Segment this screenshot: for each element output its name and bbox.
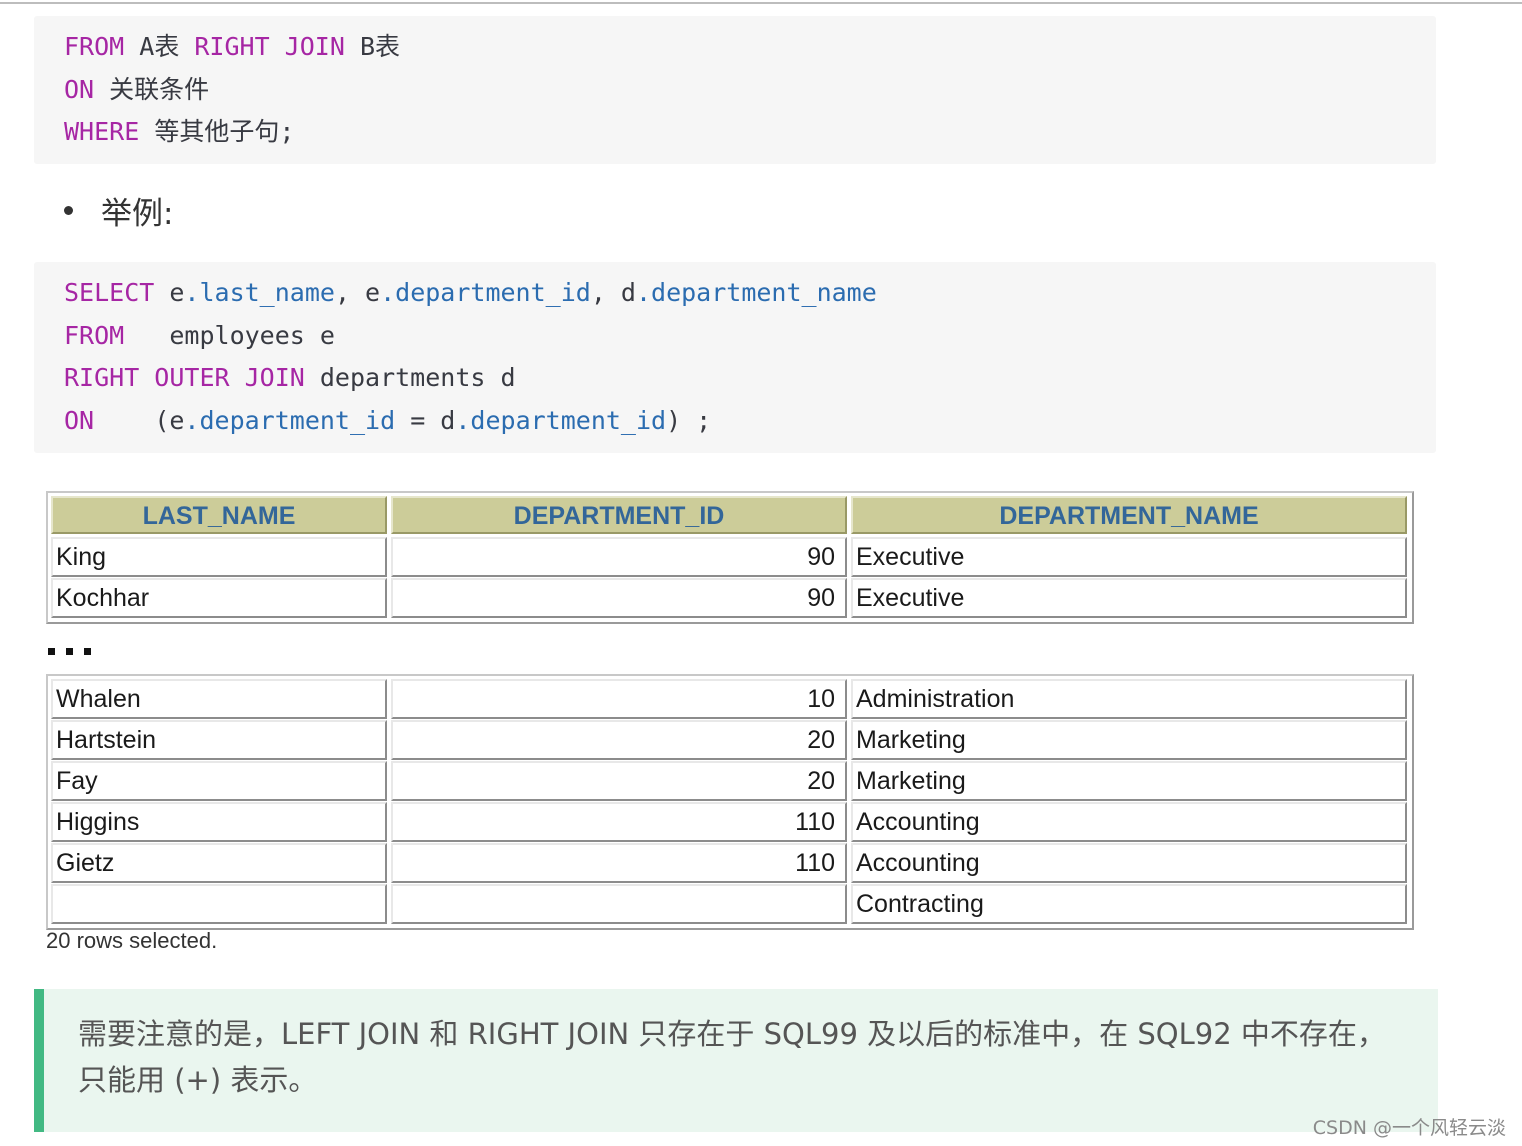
table-header-row: LAST_NAME DEPARTMENT_ID DEPARTMENT_NAME — [51, 496, 1409, 534]
table-row: Kochhar 90 Executive — [51, 578, 1409, 618]
cell-department-id: 110 — [391, 843, 847, 883]
cell-department-id: 90 — [391, 537, 847, 577]
code-block-syntax: FROM A表 RIGHT JOIN B表 ON 关联条件 WHERE 等其他子句; — [34, 16, 1436, 164]
code-text: = d — [395, 405, 456, 435]
cell-last-name: Kochhar — [51, 578, 387, 618]
code-keyword: RIGHT OUTER JOIN — [64, 363, 305, 393]
code-text: , d — [590, 278, 636, 307]
code-text: e — [154, 278, 185, 307]
code-line: ON (e.department_id = d.department_id) ; — [64, 400, 1436, 443]
code-property: .department_id — [380, 278, 591, 307]
cell-department-id — [391, 884, 847, 924]
bullet-dot-icon — [64, 205, 73, 215]
watermark: CSDN @一个风轻云淡 — [1312, 1117, 1506, 1139]
code-property: .department_id — [184, 405, 396, 435]
table-row: Hartstein 20 Marketing — [51, 720, 1409, 760]
code-keyword: ON — [64, 74, 95, 104]
note-callout: 需要注意的是，LEFT JOIN 和 RIGHT JOIN 只存在于 SQL99… — [34, 989, 1438, 1132]
table-row: King 90 Executive — [51, 537, 1409, 577]
code-keyword: ON — [64, 405, 95, 435]
table-row: Fay 20 Marketing — [51, 761, 1409, 801]
query-result-image: LAST_NAME DEPARTMENT_ID DEPARTMENT_NAME … — [46, 491, 1414, 1098]
code-text: departments d — [304, 363, 516, 393]
top-divider — [0, 2, 1522, 4]
code-line: ON 关联条件 — [64, 69, 1436, 112]
cell-department-name: Marketing — [851, 720, 1407, 760]
cell-last-name: Higgins — [51, 802, 387, 842]
code-text: (e — [94, 405, 185, 435]
cell-last-name: Whalen — [51, 679, 387, 719]
code-property: .department_name — [635, 278, 877, 307]
cell-last-name: Gietz — [51, 843, 387, 883]
cell-last-name: Hartstein — [51, 720, 387, 760]
code-line: SELECT e.last_name, e.department_id, d.d… — [64, 272, 1436, 315]
code-text: A表 — [124, 32, 195, 61]
table-row: Gietz 110 Accounting — [51, 843, 1409, 883]
cell-last-name: Fay — [51, 761, 387, 801]
code-property: .department_id — [455, 405, 667, 435]
cell-department-id: 110 — [391, 802, 847, 842]
rows-selected-count: 20 rows selected. — [46, 928, 218, 953]
code-keyword: FROM — [64, 320, 125, 350]
table-row: Higgins 110 Accounting — [51, 802, 1409, 842]
code-text: 等其他子句; — [139, 117, 295, 147]
code-text: employees e — [124, 320, 335, 350]
cell-department-id: 90 — [391, 578, 847, 618]
cell-department-id: 20 — [391, 761, 847, 801]
code-text: 关联条件 — [94, 74, 210, 104]
example-label: 举例: — [101, 195, 174, 232]
code-keyword: FROM — [64, 32, 125, 61]
note-text: 需要注意的是，LEFT JOIN 和 RIGHT JOIN 只存在于 SQL99… — [78, 1017, 1386, 1097]
column-header-department-name: DEPARTMENT_NAME — [851, 496, 1407, 534]
code-text: B表 — [344, 32, 400, 61]
result-table: LAST_NAME DEPARTMENT_ID DEPARTMENT_NAME … — [46, 491, 1414, 624]
code-property: .last_name — [184, 278, 335, 307]
cell-department-id: 20 — [391, 720, 847, 760]
cell-department-name: Executive — [851, 537, 1407, 577]
code-text: , e — [334, 278, 381, 307]
column-header-last-name: LAST_NAME — [51, 496, 387, 534]
cell-department-name: Executive — [851, 578, 1407, 618]
cell-department-name: Accounting — [851, 802, 1407, 842]
code-keyword: RIGHT JOIN — [194, 32, 345, 61]
cell-last-name — [51, 884, 387, 924]
code-text: ) ; — [666, 405, 712, 435]
code-line: WHERE 等其他子句; — [64, 111, 1436, 154]
code-keyword: WHERE — [64, 117, 140, 147]
column-header-department-id: DEPARTMENT_ID — [391, 496, 847, 534]
code-block-example: SELECT e.last_name, e.department_id, d.d… — [34, 262, 1436, 453]
cell-last-name: King — [51, 537, 387, 577]
result-table-continued: Whalen 10 Administration Hartstein 20 Marketi… — [46, 674, 1414, 1098]
code-line: RIGHT OUTER JOIN departments d — [64, 357, 1436, 400]
cell-department-name: Accounting — [851, 843, 1407, 883]
cell-department-name: Marketing — [851, 761, 1407, 801]
code-line: FROM employees e — [64, 315, 1436, 358]
cell-department-name: Contracting — [851, 884, 1407, 924]
table-row: Whalen 10 Administration — [51, 679, 1409, 719]
code-line: FROM A表 RIGHT JOIN B表 — [64, 26, 1436, 69]
cell-department-name: Administration — [851, 679, 1407, 719]
cell-department-id: 10 — [391, 679, 847, 719]
table-row: Contracting — [51, 884, 1409, 924]
code-keyword: SELECT — [64, 278, 155, 307]
rows-omitted-ellipsis — [46, 624, 1414, 674]
example-bullet: 举例: — [64, 188, 173, 232]
